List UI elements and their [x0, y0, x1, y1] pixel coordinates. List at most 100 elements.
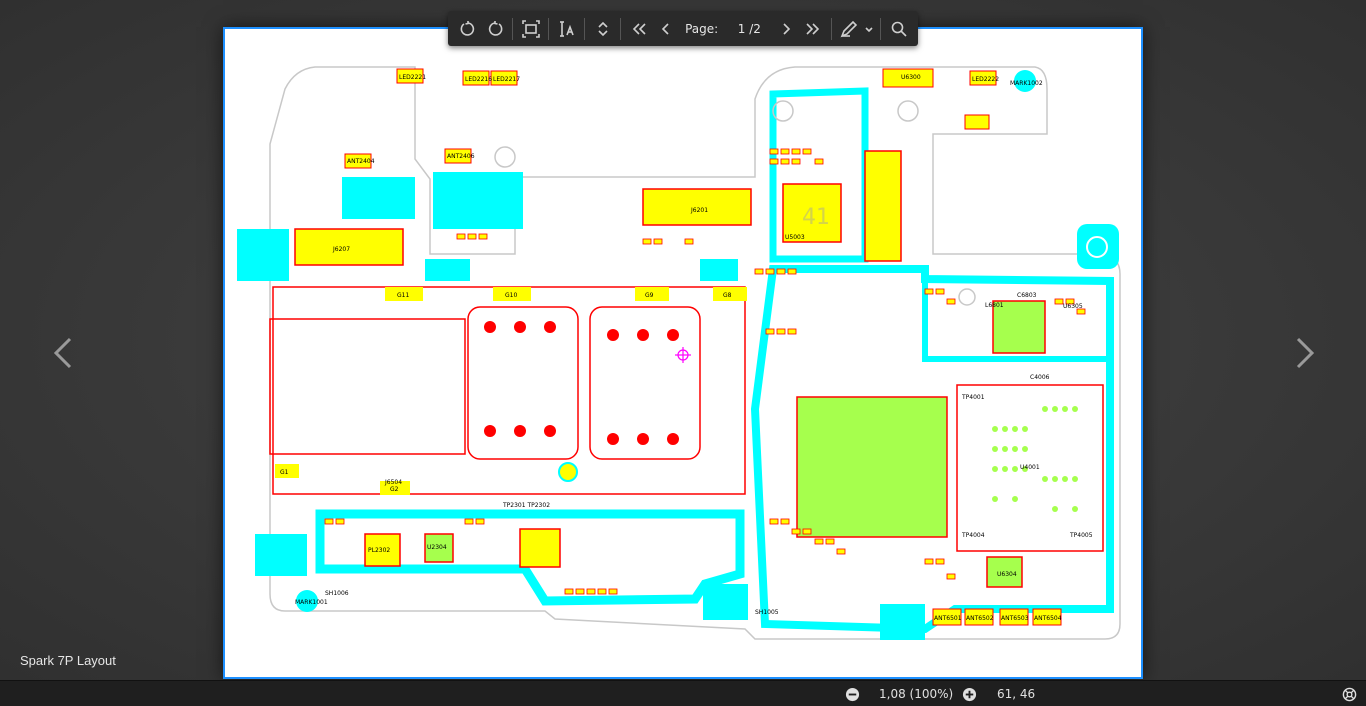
document-viewport[interactable]: J6207 J6201 U6300 U4001 LED2221 LED2216 … [0, 0, 1366, 680]
next-document-arrow[interactable] [1290, 335, 1320, 371]
card-slot [269, 318, 466, 455]
settings-button[interactable] [1342, 681, 1357, 706]
page-label: Page: [685, 21, 719, 36]
fit-page-icon [521, 19, 540, 38]
label-ant2404: ANT2404 [347, 158, 375, 165]
pcb-layout-drawing: J6207 J6201 U6300 U4001 LED2221 LED2216 … [237, 66, 1121, 640]
zoom-in-icon [962, 687, 977, 701]
chevron-right-icon [1296, 337, 1315, 369]
label-led2216: LED2216 [465, 76, 492, 83]
label-j6504: J6504 [384, 479, 402, 486]
previous-page-button[interactable] [652, 15, 679, 43]
annotate-dropdown-button[interactable] [863, 15, 877, 43]
label-u4001: U4001 [1020, 464, 1040, 471]
rotate-left-icon [460, 20, 474, 36]
chevron-left-icon [661, 22, 669, 35]
pen-icon [840, 20, 858, 37]
annotate-button[interactable] [836, 15, 863, 43]
label-g8: G8 [723, 292, 732, 299]
cursor-coordinates: 61, 46 [997, 687, 1036, 701]
lifebuoy-icon [1342, 687, 1357, 701]
pcb-layout-page[interactable]: J6207 J6201 U6300 U4001 LED2221 LED2216 … [223, 27, 1143, 679]
zoom-in-button[interactable] [962, 681, 977, 706]
label-tp4005: TP4005 [1069, 532, 1093, 539]
label-u2304: U2304 [427, 544, 447, 551]
label-u5003: U5003 [785, 234, 805, 241]
first-page-button[interactable] [625, 15, 652, 43]
zoom-level: 1,08 (100%) [879, 687, 954, 701]
connector-vertical [864, 150, 902, 262]
label-g1: G1 [280, 469, 289, 476]
label-mark1002: MARK1002 [1010, 80, 1043, 87]
label-g9: G9 [645, 292, 654, 299]
board-edge-outline [272, 286, 746, 495]
label-u6304: U6304 [997, 571, 1017, 578]
text-select-button[interactable] [553, 15, 580, 43]
zoom-out-icon [845, 687, 860, 701]
chip-u6300 [796, 396, 948, 538]
mounting-hole [494, 146, 516, 168]
chevron-up-down-icon [597, 21, 608, 36]
label-led2221: LED2221 [399, 74, 426, 81]
label-ant6501: ANT6501 [934, 615, 962, 622]
status-bar: 1,08 (100%) 61, 46 [0, 680, 1366, 706]
label-tp4004: TP4004 [961, 532, 985, 539]
label-sh1005: SH1005 [755, 609, 779, 616]
label-g11: G11 [397, 292, 409, 299]
test-point [558, 462, 578, 482]
rotate-left-button[interactable] [454, 15, 481, 43]
label-u6305: U6305 [1063, 303, 1083, 310]
label-j6201: J6201 [690, 207, 708, 214]
label-ant6504: ANT6504 [1034, 615, 1062, 622]
label-c4006: C4006 [1030, 374, 1050, 381]
label-led2217: LED2217 [493, 76, 520, 83]
label-u6300-top: U6300 [901, 74, 921, 81]
scroll-mode-button[interactable] [589, 15, 616, 43]
zoom-out-button[interactable] [845, 681, 860, 706]
shield-block [255, 534, 307, 576]
search-button[interactable] [885, 15, 912, 43]
shield-block [703, 584, 748, 620]
document-title: Spark 7P Layout [20, 653, 116, 668]
shield-block [700, 259, 738, 281]
shield-block [237, 229, 289, 281]
label-mark1001: MARK1001 [295, 599, 328, 606]
shield-block [342, 177, 415, 219]
text-cursor-icon [559, 20, 574, 37]
antenna-5003 [964, 114, 990, 130]
next-page-button[interactable] [773, 15, 800, 43]
label-c6803: C6803 [1017, 292, 1037, 299]
chevron-down-icon [865, 26, 873, 32]
viewer-toolbar: Page: 1 /2 [448, 11, 918, 46]
chip-marking: 41 [802, 205, 830, 230]
toolbar-separator [512, 17, 514, 40]
double-chevron-right-icon [806, 22, 820, 35]
bga-pads [992, 406, 1078, 512]
previous-document-arrow[interactable] [48, 335, 78, 371]
label-sh1006: SH1006 [325, 590, 349, 597]
last-page-button[interactable] [800, 15, 827, 43]
rotate-right-button[interactable] [481, 15, 508, 43]
page-number-input[interactable]: 1 /2 [726, 22, 772, 36]
toolbar-separator [880, 17, 882, 40]
chevron-left-icon [53, 337, 72, 369]
rotate-right-icon [488, 20, 502, 36]
mounting-hole [897, 100, 919, 122]
label-tp4001: TP4001 [961, 394, 985, 401]
label-j6207: J6207 [332, 246, 350, 253]
label-g10: G10 [505, 292, 517, 299]
toolbar-separator [548, 17, 550, 40]
label-pl2302: PL2302 [368, 547, 390, 554]
toolbar-separator [584, 17, 586, 40]
shield-block [425, 259, 470, 281]
label-g2: G2 [390, 486, 399, 493]
sim-contacts [484, 321, 679, 445]
chevron-right-icon [783, 22, 791, 35]
fit-page-button[interactable] [517, 15, 544, 43]
label-tp2301: TP2301 TP2302 [502, 502, 550, 509]
label-ant6502: ANT6502 [966, 615, 994, 622]
search-icon [891, 21, 907, 37]
toolbar-separator [830, 17, 832, 40]
double-chevron-left-icon [632, 22, 646, 35]
label-ant2406: ANT2406 [447, 153, 475, 160]
